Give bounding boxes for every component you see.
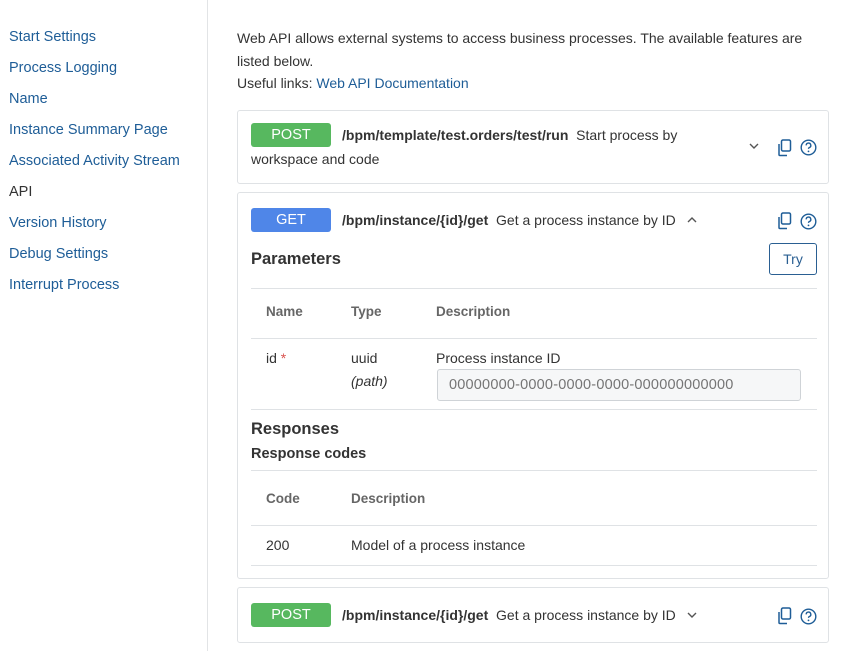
endpoint-card-get-instance: GET /bpm/instance/{id}/get Get a process… (237, 192, 829, 579)
param-type: uuid (351, 350, 378, 366)
help-icon[interactable] (800, 213, 817, 235)
endpoint-summary-continued: workspace and code (251, 151, 380, 167)
param-name: id * (266, 350, 287, 366)
parameters-title: Parameters (251, 250, 341, 268)
divider (251, 288, 817, 289)
sidebar-item-debug-settings[interactable]: Debug Settings (9, 246, 108, 262)
intro-description: Web API allows external systems to acces… (237, 30, 803, 69)
response-code: 200 (266, 537, 290, 553)
intro-text: Web API allows external systems to acces… (237, 27, 817, 95)
param-description: Process instance ID (436, 350, 561, 366)
help-icon[interactable] (800, 608, 817, 630)
sidebar-item-process-logging[interactable]: Process Logging (9, 60, 117, 76)
id-input[interactable] (437, 369, 801, 401)
endpoint-card-post-run[interactable]: POST /bpm/template/test.orders/test/run … (237, 110, 829, 184)
endpoint-header[interactable]: /bpm/instance/{id}/get Get a process ins… (342, 212, 698, 229)
endpoint-summary: Get a process instance by ID (496, 607, 676, 623)
method-badge: POST (251, 603, 331, 627)
method-badge: POST (251, 123, 331, 147)
column-header-name: Name (266, 304, 303, 319)
response-description: Model of a process instance (351, 537, 526, 553)
copy-icon[interactable] (777, 212, 793, 235)
sidebar-item-instance-summary-page[interactable]: Instance Summary Page (9, 122, 168, 138)
divider (251, 338, 817, 339)
chevron-down-icon[interactable] (748, 139, 760, 157)
sidebar-item-interrupt-process[interactable]: Interrupt Process (9, 277, 119, 293)
endpoint-summary: Get a process instance by ID (496, 212, 676, 228)
divider (251, 525, 817, 526)
copy-icon[interactable] (777, 607, 793, 630)
column-header-description: Description (351, 491, 426, 506)
endpoint-path: /bpm/template/test.orders/test/run (342, 127, 569, 143)
sidebar-item-version-history[interactable]: Version History (9, 215, 107, 231)
web-api-doc-link[interactable]: Web API Documentation (316, 75, 468, 91)
useful-links-label: Useful links: (237, 75, 313, 91)
sidebar-item-start-settings[interactable]: Start Settings (9, 29, 96, 45)
response-codes-title: Response codes (251, 446, 367, 462)
sidebar-item-associated-activity-stream[interactable]: Associated Activity Stream (9, 153, 180, 169)
chevron-down-icon[interactable] (686, 608, 698, 624)
endpoint-summary: Start process by (576, 127, 678, 143)
help-icon[interactable] (800, 139, 817, 161)
responses-title: Responses (251, 420, 340, 438)
copy-icon[interactable] (777, 139, 793, 162)
method-badge: GET (251, 208, 331, 232)
column-header-type: Type (351, 304, 382, 319)
endpoint-path: /bpm/instance/{id}/get (342, 212, 489, 228)
divider (251, 565, 817, 566)
sidebar-item-name[interactable]: Name (9, 91, 48, 107)
divider (251, 409, 817, 410)
chevron-up-icon[interactable] (686, 213, 698, 229)
required-mark: * (280, 350, 287, 366)
column-header-code: Code (266, 491, 300, 506)
try-button[interactable]: Try (769, 243, 817, 275)
sidebar-item-api[interactable]: API (9, 184, 32, 200)
param-location: (path) (351, 373, 388, 389)
endpoint-card-post-instance[interactable]: POST /bpm/instance/{id}/get Get a proces… (237, 587, 829, 643)
divider (251, 470, 817, 471)
column-header-description: Description (436, 304, 511, 319)
sidebar: Start Settings Process Logging Name Inst… (0, 0, 208, 651)
endpoint-path: /bpm/instance/{id}/get (342, 607, 489, 623)
